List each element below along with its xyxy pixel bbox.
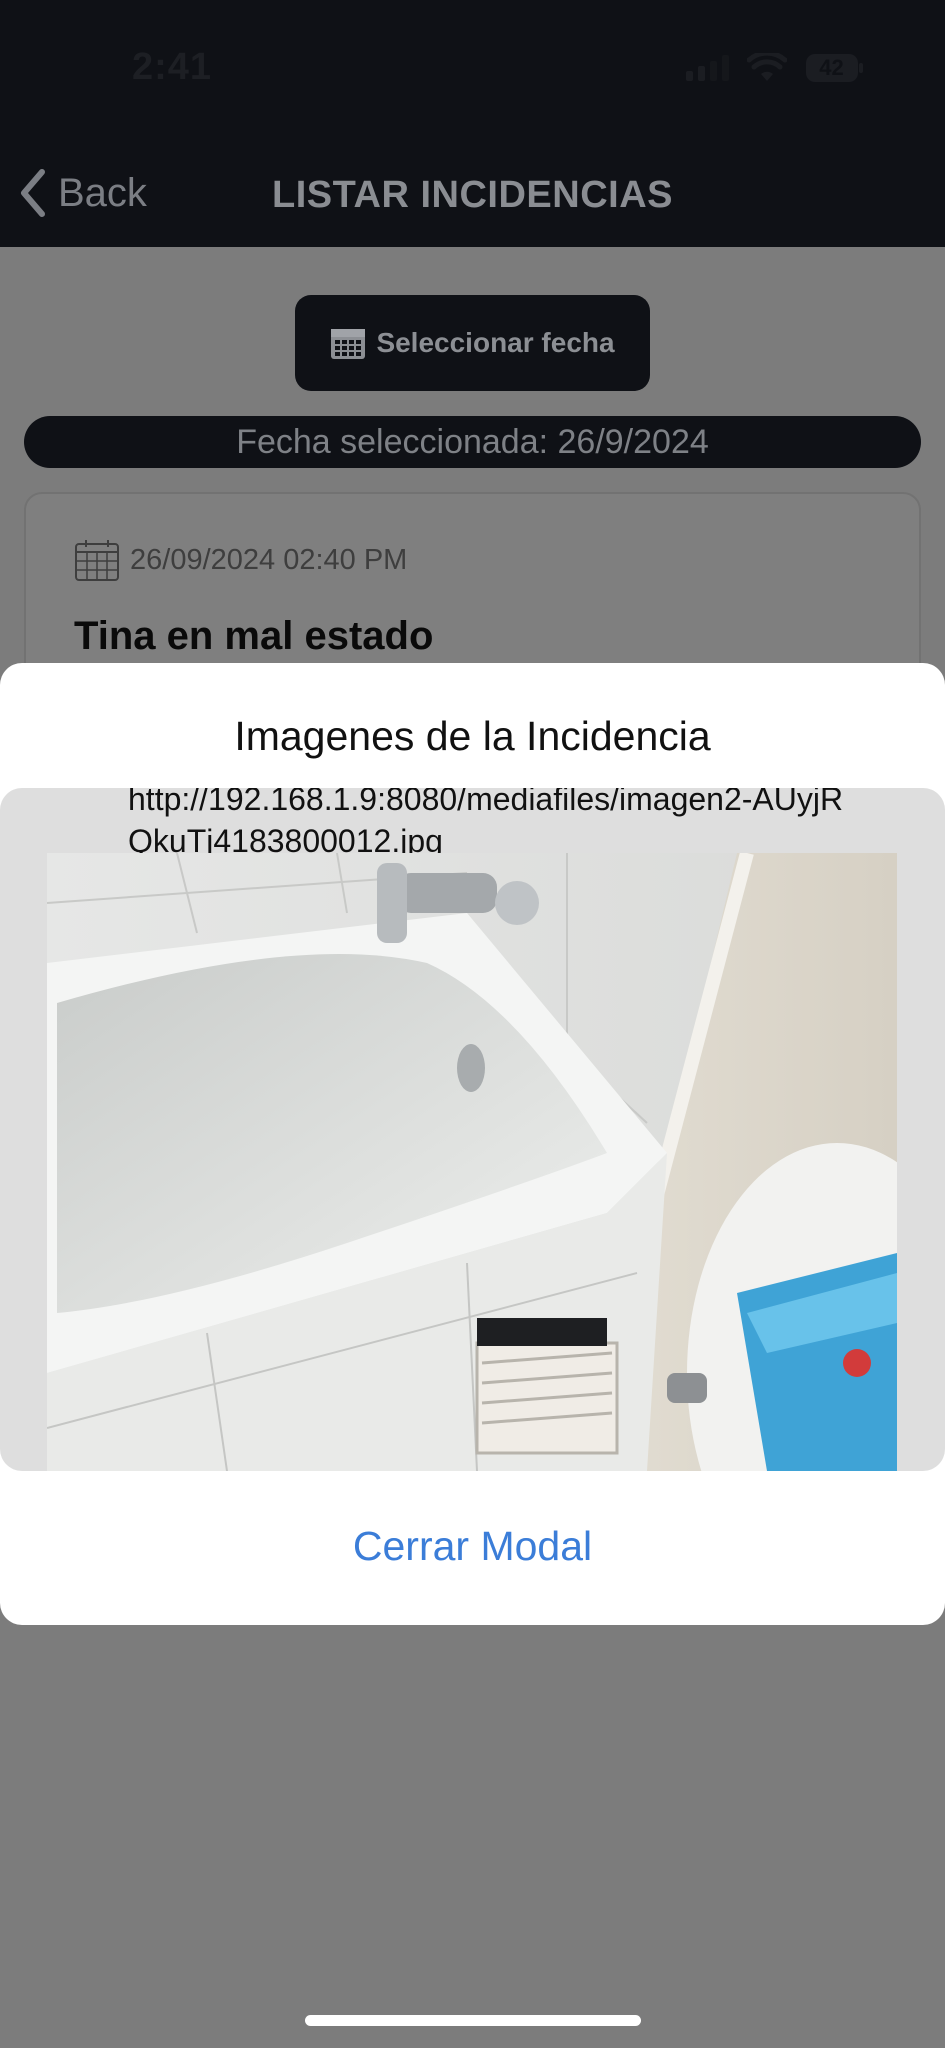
calendar-icon (75, 540, 119, 581)
selected-date-display: Fecha seleccionada: 26/9/2024 (24, 416, 921, 468)
status-time: 2:41 (132, 46, 213, 88)
status-icons: 42 (686, 52, 865, 84)
incident-datetime-text: 26/09/2024 02:40 PM (130, 543, 408, 576)
battery-icon: 42 (805, 52, 865, 84)
top-bar: 2:41 42 Back LISTAR INCIDENCIAS (0, 0, 945, 247)
cellular-signal-icon (686, 55, 729, 81)
close-modal-button[interactable]: Cerrar Modal (0, 1523, 945, 1570)
calendar-icon (331, 329, 366, 359)
incident-datetime: 26/09/2024 02:40 PM (74, 538, 407, 582)
screen: 2:41 42 Back LISTAR INCIDENCIAS Seleccio… (0, 0, 945, 2048)
navigation-bar: Back LISTAR INCIDENCIAS (0, 160, 945, 230)
incident-images-modal: Imagenes de la Incidencia http://192.168… (0, 663, 945, 1625)
page-title: LISTAR INCIDENCIAS (272, 174, 673, 216)
incident-photo (47, 853, 897, 1471)
select-date-label: Seleccionar fecha (376, 327, 615, 358)
image-url: http://192.168.1.9:8080/mediafiles/image… (128, 788, 844, 859)
modal-title: Imagenes de la Incidencia (234, 713, 711, 759)
image-scroll-area[interactable]: http://192.168.1.9:8080/mediafiles/image… (0, 788, 945, 1471)
incident-title: Tina en mal estado (74, 614, 434, 658)
select-date-button[interactable]: Seleccionar fecha (295, 295, 650, 391)
battery-level: 42 (819, 55, 844, 80)
home-indicator[interactable] (305, 2015, 641, 2026)
wifi-icon (747, 53, 787, 81)
